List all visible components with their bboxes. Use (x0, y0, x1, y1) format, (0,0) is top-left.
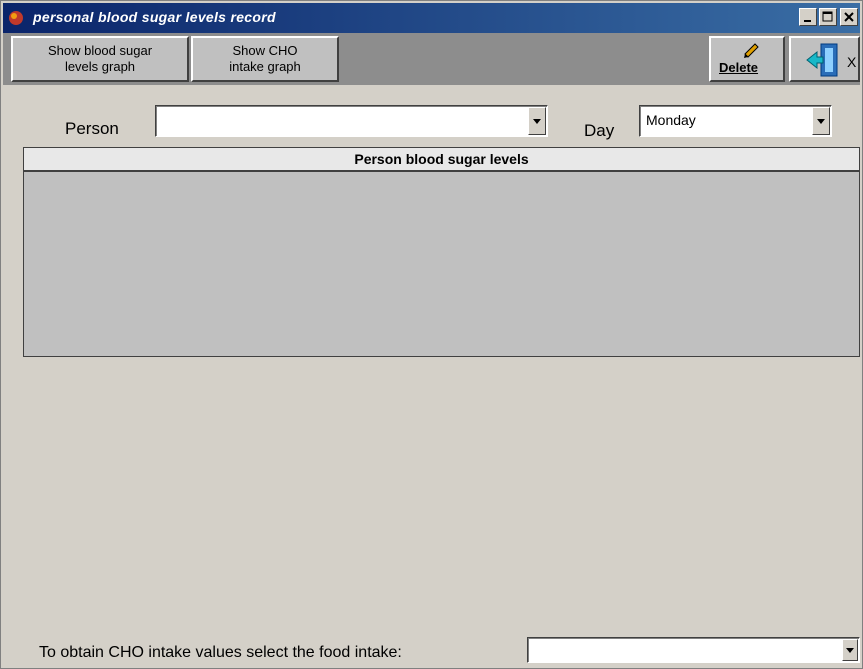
show-bsl-label-line2: levels graph (64, 59, 136, 74)
food-intake-dropdown-button[interactable] (842, 639, 858, 661)
day-dropdown-button[interactable] (812, 107, 830, 135)
person-label: Person (65, 119, 119, 138)
show-cho-label-line2: intake graph (229, 59, 301, 74)
day-select[interactable]: Monday (639, 105, 832, 137)
close-window-button[interactable] (840, 8, 858, 26)
exit-label: X (847, 54, 857, 70)
grid-header: Person blood sugar levels (24, 148, 859, 172)
show-cho-label-line1: Show CHO (232, 43, 298, 58)
maximize-button[interactable] (819, 8, 837, 26)
chevron-down-icon (846, 648, 854, 653)
person-select[interactable] (155, 105, 548, 137)
toolbar: Show blood sugar levels graph Show CHO i… (3, 33, 860, 85)
show-cho-intake-graph-button[interactable]: Show CHO intake graph (191, 36, 339, 82)
food-intake-label: To obtain CHO intake values select the f… (39, 644, 402, 661)
pencil-icon (744, 43, 759, 58)
close-icon (844, 12, 854, 22)
show-blood-sugar-graph-button[interactable]: Show blood sugar levels graph (11, 36, 189, 82)
chevron-down-icon (817, 119, 825, 124)
chevron-down-icon (533, 119, 541, 124)
delete-button[interactable]: Delete (709, 36, 785, 82)
exit-door-icon (806, 43, 838, 77)
app-window: personal blood sugar levels record Show … (0, 0, 863, 669)
delete-label: Delete (719, 60, 759, 75)
minimize-button[interactable] (799, 8, 817, 26)
exit-button[interactable]: X (789, 36, 860, 82)
maximize-icon (822, 11, 833, 22)
minimize-icon (804, 20, 811, 22)
day-label: Day (584, 121, 615, 140)
food-intake-select[interactable] (527, 637, 860, 663)
person-dropdown-button[interactable] (528, 107, 546, 135)
show-bsl-label-line1: Show blood sugar (47, 43, 153, 58)
app-logo-icon (9, 11, 23, 25)
blood-sugar-levels-grid[interactable]: Person blood sugar levels (23, 147, 860, 357)
window-title: personal blood sugar levels record (33, 9, 276, 25)
day-value: Monday (646, 112, 696, 128)
title-bar[interactable]: personal blood sugar levels record (3, 3, 860, 33)
